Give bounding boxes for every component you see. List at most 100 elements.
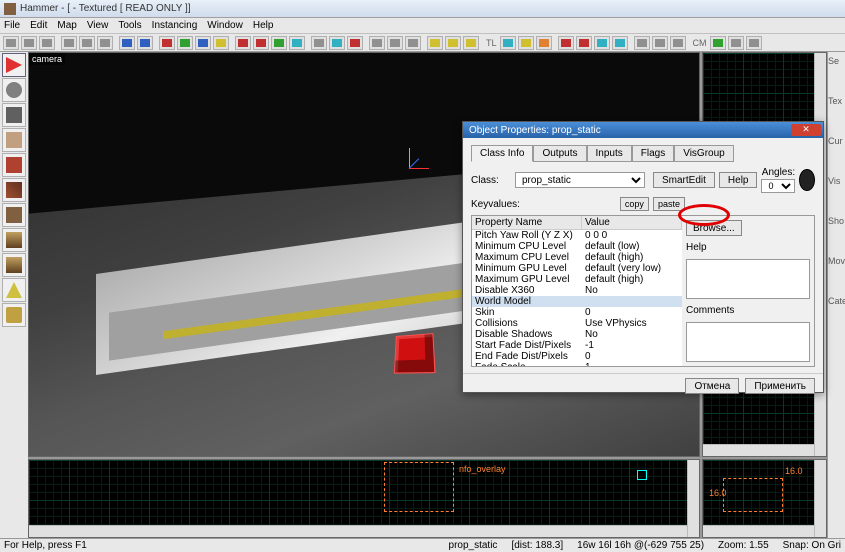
tb-dp1-icon[interactable] [558,36,574,50]
class-select[interactable]: prop_static [515,172,645,188]
tb-disp2-icon[interactable] [536,36,552,50]
tb-open-icon[interactable] [21,36,37,50]
property-row[interactable]: Pitch Yaw Roll (Y Z X)0 0 0 [472,230,682,241]
angle-wheel-icon[interactable] [799,169,815,191]
magnify-tool-icon[interactable] [2,78,26,102]
selection-box[interactable] [384,462,454,512]
overlay-tool-icon[interactable] [2,253,26,277]
tab-inputs[interactable]: Inputs [587,145,632,162]
block-tool-icon[interactable] [2,153,26,177]
property-row[interactable]: Minimum CPU Leveldefault (low) [472,241,682,252]
menu-map[interactable]: Map [57,20,76,31]
menu-edit[interactable]: Edit [30,20,47,31]
menu-instancing[interactable]: Instancing [152,20,198,31]
texture-tool-icon[interactable] [2,178,26,202]
tb-copy-icon[interactable] [79,36,95,50]
scrollbar-h[interactable] [703,525,814,537]
tb-cm-icon[interactable] [710,36,726,50]
apply-texture-tool-icon[interactable] [2,203,26,227]
property-row[interactable]: End Fade Dist/Pixels0 [472,351,682,362]
tab-class-info[interactable]: Class Info [471,145,533,162]
angles-select[interactable]: 0 [761,179,795,193]
scrollbar-h[interactable] [29,525,687,537]
tb-hide2-icon[interactable] [253,36,269,50]
tb-undo-icon[interactable] [119,36,135,50]
tb-help-icon[interactable] [728,36,744,50]
tb-ungroup-icon[interactable] [195,36,211,50]
tb-carve-icon[interactable] [159,36,175,50]
camera-tool-icon[interactable] [2,103,26,127]
property-row[interactable]: Disable X360No [472,285,682,296]
menu-tools[interactable]: Tools [118,20,141,31]
tb-run3-icon[interactable] [463,36,479,50]
tb-grid-icon[interactable] [387,36,403,50]
apply-button[interactable]: Применить [745,378,815,394]
property-row[interactable]: CollisionsUse VPhysics [472,318,682,329]
dialog-titlebar[interactable]: Object Properties: prop_static ✕ [463,122,823,138]
property-row[interactable]: Fade Scale1 [472,362,682,366]
viewport-bottom-right[interactable]: 16.0 16.0 [702,459,827,538]
tb-snap-icon[interactable] [369,36,385,50]
tb-group-icon[interactable] [177,36,193,50]
entity-tool-icon[interactable] [2,128,26,152]
property-list[interactable]: Property Name Value Pitch Yaw Roll (Y Z … [472,216,682,366]
tb-hide-icon[interactable] [235,36,251,50]
scrollbar-v[interactable] [687,460,699,537]
clip-tool-icon[interactable] [2,278,26,302]
tb-ig-icon[interactable] [213,36,229,50]
tb-disp-icon[interactable] [518,36,534,50]
tb-dp3-icon[interactable] [594,36,610,50]
selection-box[interactable] [723,478,783,512]
tab-visgroup[interactable]: VisGroup [674,145,734,162]
cancel-button[interactable]: Отмена [685,378,739,394]
menu-file[interactable]: File [4,20,20,31]
smartedit-button[interactable]: SmartEdit [653,172,715,188]
tb-run2-icon[interactable] [445,36,461,50]
tb-run-icon[interactable] [427,36,443,50]
tb-cut-icon[interactable] [61,36,77,50]
tb-show-icon[interactable] [271,36,287,50]
tb-texrep-icon[interactable] [347,36,363,50]
menu-view[interactable]: View [87,20,109,31]
property-row[interactable]: Minimum GPU Leveldefault (very low) [472,263,682,274]
tb-opt-icon[interactable] [746,36,762,50]
tb-misc1-icon[interactable] [634,36,650,50]
close-icon[interactable]: ✕ [791,124,821,136]
tb-tl-icon[interactable] [500,36,516,50]
menu-window[interactable]: Window [207,20,243,31]
tab-flags[interactable]: Flags [632,145,674,162]
tb-tex-icon[interactable] [311,36,327,50]
help-button[interactable]: Help [719,172,758,188]
scrollbar-v[interactable] [814,460,826,537]
tb-paste-icon[interactable] [97,36,113,50]
decal-tool-icon[interactable] [2,228,26,252]
tb-grid2-icon[interactable] [405,36,421,50]
tb-new-icon[interactable] [3,36,19,50]
paste-button[interactable]: paste [653,197,685,211]
property-row[interactable]: Disable ShadowsNo [472,329,682,340]
property-row[interactable]: Start Fade Dist/Pixels-1 [472,340,682,351]
help-textbox[interactable] [686,259,810,299]
tb-misc2-icon[interactable] [652,36,668,50]
comments-textbox[interactable] [686,322,810,362]
property-row[interactable]: Maximum GPU Leveldefault (high) [472,274,682,285]
property-row[interactable]: Maximum CPU Leveldefault (high) [472,252,682,263]
tb-misc3-icon[interactable] [670,36,686,50]
selected-entity-cube[interactable] [394,333,436,373]
tab-outputs[interactable]: Outputs [533,145,586,162]
browse-button[interactable]: Browse... [686,220,742,236]
tb-texapp-icon[interactable] [329,36,345,50]
tb-cordon-icon[interactable] [289,36,305,50]
property-row[interactable]: World Model [472,296,682,307]
tb-redo-icon[interactable] [137,36,153,50]
viewport-bottom-left[interactable]: nfo_overlay [28,459,700,538]
vertex-tool-icon[interactable] [2,303,26,327]
tb-save-icon[interactable] [39,36,55,50]
selection-tool-icon[interactable] [2,53,26,77]
scrollbar-h[interactable] [703,444,814,456]
menu-help[interactable]: Help [253,20,274,31]
tb-dp2-icon[interactable] [576,36,592,50]
property-row[interactable]: Skin0 [472,307,682,318]
tb-dp4-icon[interactable] [612,36,628,50]
copy-button[interactable]: copy [620,197,649,211]
